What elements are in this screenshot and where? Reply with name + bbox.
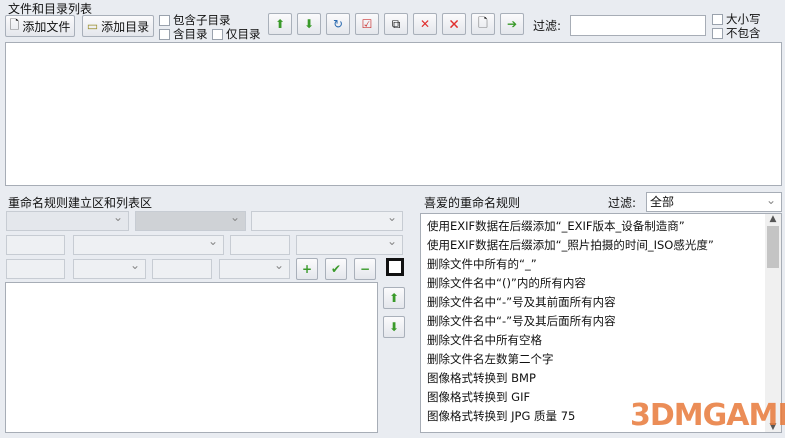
add-rule-button[interactable]: + <box>296 258 318 280</box>
refresh-icon: ↻ <box>332 17 344 31</box>
favorite-rule-item[interactable]: 使用EXIF数据在后缀添加“_EXIF版本_设备制造商” <box>421 217 781 236</box>
favorite-rule-item[interactable]: 删除文件名左数第二个字 <box>421 350 781 369</box>
favorite-rule-item[interactable]: 删除文件中所有的“_” <box>421 255 781 274</box>
rule-field-3[interactable] <box>6 259 65 279</box>
refresh-button[interactable]: ↻ <box>326 13 350 35</box>
save-icon[interactable] <box>386 258 404 276</box>
delete-button[interactable]: ✕ <box>413 13 437 35</box>
arrow-down-icon: ⬇ <box>388 320 400 334</box>
exclude-label: 不包含 <box>726 26 761 40</box>
scroll-thumb[interactable] <box>767 226 779 268</box>
favorite-rule-item[interactable]: 删除文件名中所有空格 <box>421 331 781 350</box>
filter-label: 过滤: <box>533 19 562 33</box>
file-list[interactable] <box>5 42 782 186</box>
favorite-rule-item[interactable]: 删除文件名中“-”号及其前面所有内容 <box>421 293 781 312</box>
include-subdirs-label: 包含子目录 <box>173 13 231 27</box>
arrow-up-icon: ⬆ <box>388 291 400 305</box>
plus-icon: + <box>301 262 313 276</box>
rule-option-combo-4[interactable] <box>73 258 146 279</box>
watermark-logo: 3DMGAME <box>630 398 785 433</box>
rule-field-4[interactable] <box>152 259 212 279</box>
favorites-title: 喜爱的重命名规则 <box>424 196 521 210</box>
add-dir-button[interactable]: ▭ 添加目录 <box>82 15 154 37</box>
rule-option-combo-3[interactable] <box>296 234 403 255</box>
favorites-filter-combo[interactable]: 全部 <box>646 191 782 212</box>
exclude-checkbox[interactable]: 不包含 <box>712 25 761 41</box>
include-dirs-checkbox[interactable]: 含目录 <box>159 26 208 42</box>
minus-icon: − <box>359 262 371 276</box>
rule-field-2[interactable] <box>230 235 290 255</box>
add-file-button[interactable]: 🗋 添加文件 <box>5 15 75 37</box>
delete-doc-icon: 🗙 <box>449 15 459 30</box>
copy-icon: ⧉ <box>391 16 401 31</box>
rule-subtype-combo[interactable] <box>135 210 246 231</box>
rules-title: 重命名规则建立区和列表区 <box>8 196 153 210</box>
file-icon: 🗋 <box>9 17 20 32</box>
blank-doc-button[interactable]: 🗋 <box>471 13 495 35</box>
rule-up-button[interactable]: ⬆ <box>383 287 405 309</box>
check-doc-icon: ☑ <box>361 17 373 31</box>
rule-option-combo-1[interactable] <box>251 210 403 231</box>
rules-list[interactable] <box>5 282 378 433</box>
rule-option-combo-2[interactable] <box>73 234 224 255</box>
only-dirs-label: 仅目录 <box>226 27 261 41</box>
favorites-filter-value: 全部 <box>650 195 675 209</box>
favorites-filter-label: 过滤: <box>608 196 637 210</box>
favorite-rule-item[interactable]: 删除文件名中“()”内的所有内容 <box>421 274 781 293</box>
move-up-button[interactable]: ⬆ <box>268 13 292 35</box>
folder-icon: ▭ <box>86 19 99 33</box>
case-sensitive-label: 大小写 <box>726 12 761 26</box>
rule-option-combo-5[interactable] <box>219 258 290 279</box>
apply-rule-button[interactable]: ✔ <box>325 258 347 280</box>
scroll-up-icon[interactable]: ▲ <box>765 214 781 224</box>
rule-field-1[interactable] <box>6 235 65 255</box>
arrow-down-icon: ⬇ <box>303 17 315 31</box>
favorite-rule-item[interactable]: 使用EXIF数据在后缀添加“_照片拍摄的时间_ISO感光度” <box>421 236 781 255</box>
move-down-button[interactable]: ⬇ <box>297 13 321 35</box>
filter-input[interactable] <box>570 15 706 36</box>
blank-doc-icon: 🗋 <box>478 15 488 30</box>
only-dirs-checkbox[interactable]: 仅目录 <box>212 26 261 42</box>
rule-type-combo[interactable] <box>6 210 129 231</box>
remove-rule-button[interactable]: − <box>354 258 376 280</box>
favorite-rule-item[interactable]: 图像格式转换到 BMP <box>421 369 781 388</box>
delete-doc-button[interactable]: 🗙 <box>442 13 466 35</box>
add-file-label: 添加文件 <box>22 19 71 34</box>
arrow-up-icon: ⬆ <box>274 17 286 31</box>
check-button[interactable]: ☑ <box>355 13 379 35</box>
delete-icon: ✕ <box>419 17 431 31</box>
add-dir-label: 添加目录 <box>101 19 150 34</box>
import-button[interactable]: ➔ <box>500 13 524 35</box>
check-icon: ✔ <box>330 262 342 276</box>
rule-down-button[interactable]: ⬇ <box>383 316 405 338</box>
import-icon: ➔ <box>506 17 518 31</box>
copy-button[interactable]: ⧉ <box>384 13 408 35</box>
favorite-rule-item[interactable]: 删除文件名中“-”号及其后面所有内容 <box>421 312 781 331</box>
include-dirs-label: 含目录 <box>173 27 208 41</box>
